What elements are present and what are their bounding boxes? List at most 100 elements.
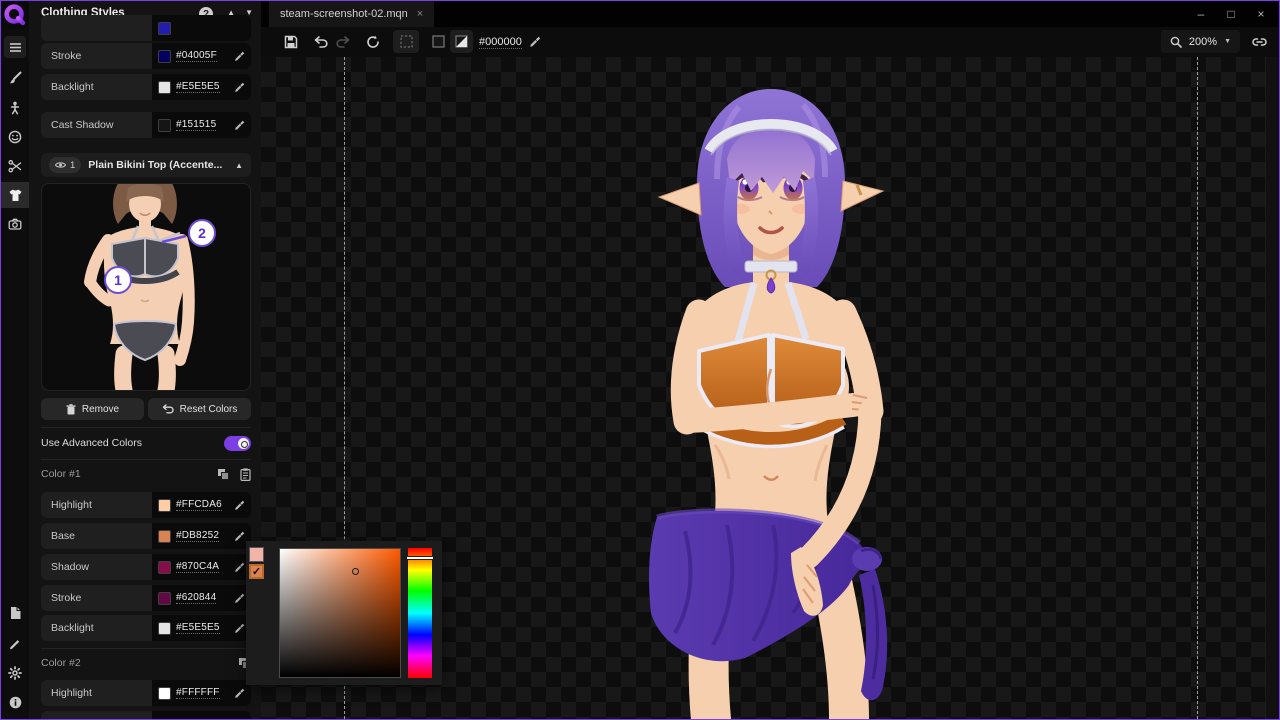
section-collapse-icon[interactable]: ▲: [235, 161, 243, 170]
magnifier-icon: [1170, 36, 1182, 48]
smiley-icon: [8, 130, 22, 144]
sidebar-item-body[interactable]: [4, 97, 26, 119]
sidebar-item-camera[interactable]: [4, 213, 26, 235]
zoom-dropdown-icon[interactable]: ▼: [1224, 38, 1231, 45]
document-tab[interactable]: steam-screenshot-02.mqn ×: [269, 1, 434, 27]
saturation-value-gradient[interactable]: [279, 548, 401, 678]
divider: [41, 459, 251, 460]
app-logo[interactable]: [1, 1, 29, 29]
marquee-select-button[interactable]: [393, 30, 419, 53]
zoom-level[interactable]: 200%: [1189, 36, 1217, 48]
undo-button[interactable]: [309, 30, 332, 53]
color-row-cast-shadow: Cast Shadow #151515: [41, 112, 251, 138]
scissors-icon: [8, 159, 22, 173]
redo-button[interactable]: [331, 30, 354, 53]
color-swatch[interactable]: [158, 592, 171, 605]
clothing-preview: 1 2: [41, 183, 251, 391]
color-swatch[interactable]: [158, 50, 171, 63]
gradient-cursor[interactable]: [352, 568, 359, 575]
selected-color-swatch[interactable]: ✓: [249, 564, 264, 579]
bg-solid-button[interactable]: [427, 30, 450, 53]
solid-square-icon: [432, 35, 445, 48]
main-toolbar: #000000 200% ▼: [261, 27, 1280, 57]
color-swatch[interactable]: [158, 530, 171, 543]
color-row-highlight-2: Highlight #FFFFFF: [41, 680, 251, 706]
callout-2[interactable]: 2: [188, 219, 216, 247]
advanced-colors-toggle[interactable]: [224, 436, 251, 451]
hue-slider-indicator[interactable]: [407, 556, 433, 560]
divider: [41, 648, 251, 649]
color-row-clipped-bottom[interactable]: [41, 711, 251, 720]
sidebar-item-paint[interactable]: [4, 67, 26, 89]
canvas-scrollbar[interactable]: [1265, 57, 1279, 719]
check-icon: ✓: [252, 565, 261, 578]
sidebar-item-face[interactable]: [4, 126, 26, 148]
hue-slider[interactable]: [408, 548, 432, 678]
color-swatch[interactable]: [158, 81, 171, 94]
sidebar-item-clothing[interactable]: [4, 184, 26, 206]
eyedropper-icon[interactable]: [234, 120, 245, 131]
bg-transparent-button[interactable]: [450, 30, 473, 53]
hex-value[interactable]: #870C4A: [176, 561, 219, 573]
hex-value[interactable]: #E5E5E5: [176, 81, 220, 93]
hex-value[interactable]: #DB8252: [176, 530, 219, 542]
eyedropper-icon[interactable]: [234, 593, 245, 604]
zoom-control[interactable]: 200% ▼: [1161, 30, 1240, 53]
hex-value[interactable]: #FFFFFF: [176, 687, 220, 699]
sidebar-item-about[interactable]: [4, 691, 26, 713]
color-swatch[interactable]: [158, 687, 171, 700]
color-row-stroke: Stroke #04005F: [41, 43, 251, 69]
hex-value[interactable]: #151515: [176, 119, 216, 131]
eyedropper-icon[interactable]: [234, 623, 245, 634]
canvas-bg-hex[interactable]: #000000: [479, 36, 522, 49]
sidebar-item-hair[interactable]: [4, 155, 26, 177]
eyedropper-icon[interactable]: [234, 688, 245, 699]
color-swatch[interactable]: [158, 499, 171, 512]
tab-label: steam-screenshot-02.mqn: [280, 8, 408, 20]
copy-icon[interactable]: [217, 468, 230, 481]
color-row-label: Stroke: [41, 43, 152, 69]
close-button[interactable]: ×: [1246, 1, 1276, 27]
hex-value[interactable]: #620844: [176, 592, 216, 604]
refresh-icon: [366, 35, 380, 49]
titlebar: steam-screenshot-02.mqn × – □ ×: [261, 1, 1280, 27]
minimize-button[interactable]: –: [1186, 1, 1216, 27]
hex-value[interactable]: #04005F: [176, 50, 217, 62]
remove-button[interactable]: Remove: [41, 398, 144, 420]
menu-icon: [9, 41, 22, 54]
eyedropper-icon[interactable]: [234, 531, 245, 542]
sidebar-item-edit[interactable]: [4, 633, 26, 655]
save-button[interactable]: [279, 30, 302, 53]
undo-icon: [314, 36, 328, 48]
refresh-button[interactable]: [361, 30, 384, 53]
link-zoom-button[interactable]: [1247, 30, 1272, 53]
camera-icon: [8, 217, 22, 231]
eyedropper-icon[interactable]: [234, 82, 245, 93]
sidebar-item-menu[interactable]: [4, 36, 26, 58]
color-swatch[interactable]: [158, 622, 171, 635]
reset-colors-button[interactable]: Reset Colors: [148, 398, 251, 420]
bg-eyedropper-button[interactable]: [523, 30, 546, 53]
eyedropper-icon[interactable]: [234, 562, 245, 573]
hex-value[interactable]: #E5E5E5: [176, 622, 220, 634]
visibility-badge[interactable]: 1: [49, 157, 81, 173]
color-row-clipped[interactable]: [41, 15, 251, 41]
color-swatch[interactable]: [158, 22, 171, 35]
recent-color-swatch[interactable]: [249, 547, 264, 562]
color-row-label: Shadow: [41, 554, 152, 580]
sidebar-item-notes[interactable]: [4, 602, 26, 624]
color-swatch[interactable]: [158, 119, 171, 132]
eyedropper-icon[interactable]: [234, 51, 245, 62]
shirt-icon: [8, 188, 23, 203]
color-group-2-label: Color #2: [41, 657, 228, 669]
maximize-button[interactable]: □: [1216, 1, 1246, 27]
color-swatch[interactable]: [158, 561, 171, 574]
clothing-item-header[interactable]: 1 Plain Bikini Top (Accente... ▲: [41, 153, 251, 177]
callout-1[interactable]: 1: [104, 266, 132, 294]
sidebar-item-settings[interactable]: [4, 662, 26, 684]
hex-value[interactable]: #FFCDA6: [176, 499, 222, 511]
eyedropper-icon[interactable]: [234, 500, 245, 511]
color-row-shadow-1: Shadow #870C4A: [41, 554, 251, 580]
paste-icon[interactable]: [240, 468, 251, 481]
tab-close-icon[interactable]: ×: [417, 8, 423, 20]
